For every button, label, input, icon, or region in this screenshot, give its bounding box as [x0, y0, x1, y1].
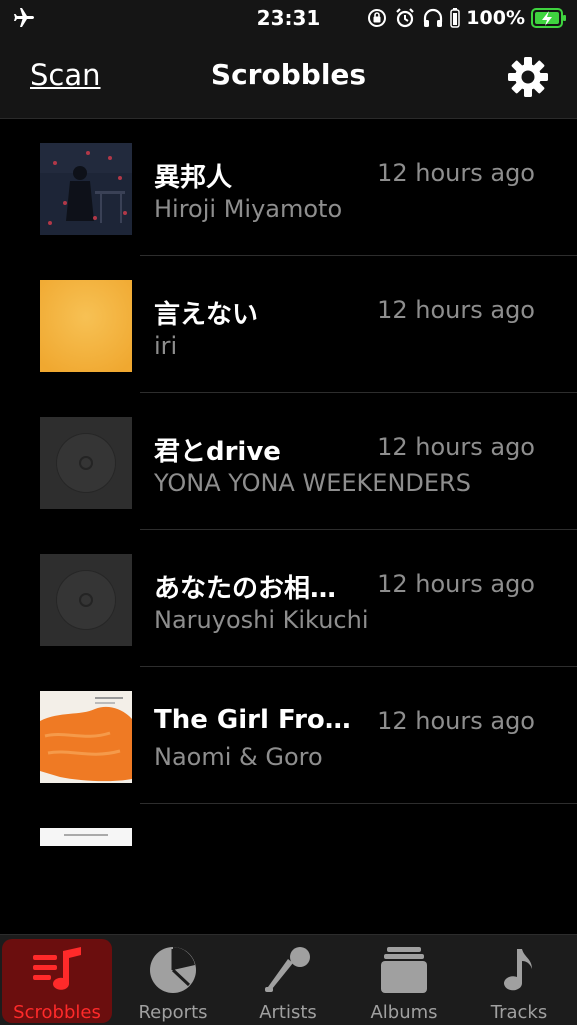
- navigation-bar: Scan Scrobbles: [0, 38, 577, 119]
- tab-albums[interactable]: Albums: [349, 939, 459, 1023]
- pie-chart-icon: [150, 947, 196, 993]
- scrobble-list: 異邦人 Hiroji Miyamoto 12 hours ago 言えない ir…: [0, 119, 577, 934]
- headphone-battery-icon: [450, 8, 461, 28]
- scrobble-time: 12 hours ago: [377, 433, 535, 461]
- scrobble-time: 12 hours ago: [377, 570, 535, 598]
- alarm-clock-icon: [396, 8, 415, 28]
- disc-icon: [57, 571, 115, 629]
- tab-bar: Scrobbles Reports Artists Albums Tracks: [0, 934, 577, 1025]
- track-title: 君とdrive: [154, 437, 281, 467]
- tab-label: Reports: [138, 1002, 208, 1023]
- album-art: [40, 828, 132, 846]
- artist-name: iri: [154, 332, 178, 360]
- tab-label: Tracks: [490, 1002, 548, 1023]
- scrobble-row[interactable]: 君とdrive YONA YONA WEEKENDERS 12 hours ag…: [0, 393, 577, 530]
- scrobble-row[interactable]: The Girl Fro… Naomi & Goro 12 hours ago: [0, 667, 577, 804]
- artist-name: Hiroji Miyamoto: [154, 195, 343, 223]
- headphones-icon: [424, 8, 443, 27]
- music-note-icon: [504, 949, 532, 991]
- tab-label: Artists: [259, 1002, 317, 1023]
- tab-label: Albums: [370, 1002, 438, 1023]
- tab-reports[interactable]: Reports: [118, 939, 228, 1023]
- albums-stack-icon: [381, 947, 427, 993]
- artist-name: YONA YONA WEEKENDERS: [154, 469, 471, 497]
- tab-tracks[interactable]: Tracks: [464, 939, 574, 1023]
- placeholder-album-art: [40, 417, 132, 509]
- scrobble-row[interactable]: 異邦人 Hiroji Miyamoto 12 hours ago: [0, 119, 577, 256]
- battery-charging-icon: [531, 8, 566, 28]
- tab-artists[interactable]: Artists: [233, 939, 343, 1023]
- tab-scrobbles[interactable]: Scrobbles: [2, 939, 112, 1023]
- track-title: 言えない: [154, 300, 259, 330]
- status-bar: 23:31 100%: [0, 0, 577, 38]
- tab-label: Scrobbles: [13, 1002, 101, 1023]
- scrobbles-icon: [33, 947, 81, 990]
- disc-icon: [57, 434, 115, 492]
- scrobble-row[interactable]: [0, 804, 577, 934]
- page-title: Scrobbles: [210, 58, 367, 91]
- battery-percentage: 100%: [466, 7, 525, 29]
- track-title: The Girl Fro…: [154, 705, 351, 735]
- album-art: [40, 143, 132, 235]
- album-art: [40, 691, 132, 783]
- track-title: 異邦人: [154, 163, 233, 193]
- scrobble-row[interactable]: 言えない iri 12 hours ago: [0, 256, 577, 393]
- artist-name: Naomi & Goro: [154, 743, 323, 771]
- rotation-lock-icon: [368, 9, 387, 27]
- artist-name: Naruyoshi Kikuchi: [154, 606, 369, 634]
- placeholder-album-art: [40, 554, 132, 646]
- scrobble-time: 12 hours ago: [377, 159, 535, 187]
- scrobble-time: 12 hours ago: [377, 707, 535, 735]
- scrobble-row[interactable]: あなたのお相… Naruyoshi Kikuchi 12 hours ago: [0, 530, 577, 667]
- album-art: [40, 280, 132, 372]
- microphone-icon: [265, 947, 310, 992]
- scrobble-time: 12 hours ago: [377, 296, 535, 324]
- gear-icon[interactable]: [507, 56, 549, 98]
- track-title: あなたのお相…: [154, 574, 337, 604]
